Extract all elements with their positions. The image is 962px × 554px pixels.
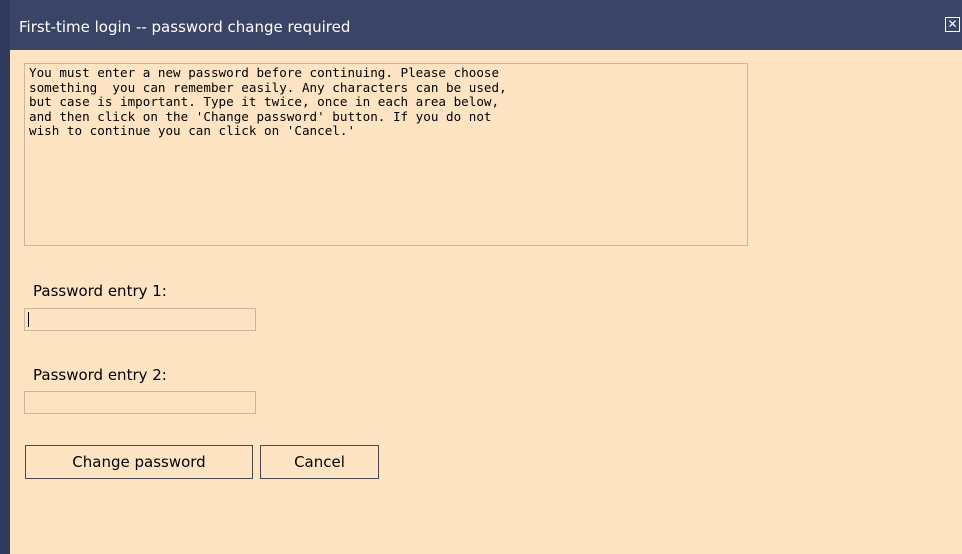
change-password-button[interactable]: Change password bbox=[25, 445, 253, 479]
cancel-button[interactable]: Cancel bbox=[260, 445, 379, 479]
close-icon: ✕ bbox=[947, 17, 958, 31]
title-bar: First-time login -- password change requ… bbox=[10, 0, 962, 50]
password-entry-2-label: Password entry 2: bbox=[33, 366, 167, 384]
instructions-textarea[interactable]: You must enter a new password before con… bbox=[24, 63, 748, 246]
close-button[interactable]: ✕ bbox=[945, 17, 960, 32]
password-change-dialog: First-time login -- password change requ… bbox=[0, 0, 962, 554]
dialog-title: First-time login -- password change requ… bbox=[19, 18, 351, 36]
text-cursor bbox=[28, 312, 29, 327]
password-entry-1-input[interactable] bbox=[24, 308, 256, 331]
password-entry-1-label: Password entry 1: bbox=[33, 282, 167, 300]
password-entry-2-input[interactable] bbox=[24, 391, 256, 414]
